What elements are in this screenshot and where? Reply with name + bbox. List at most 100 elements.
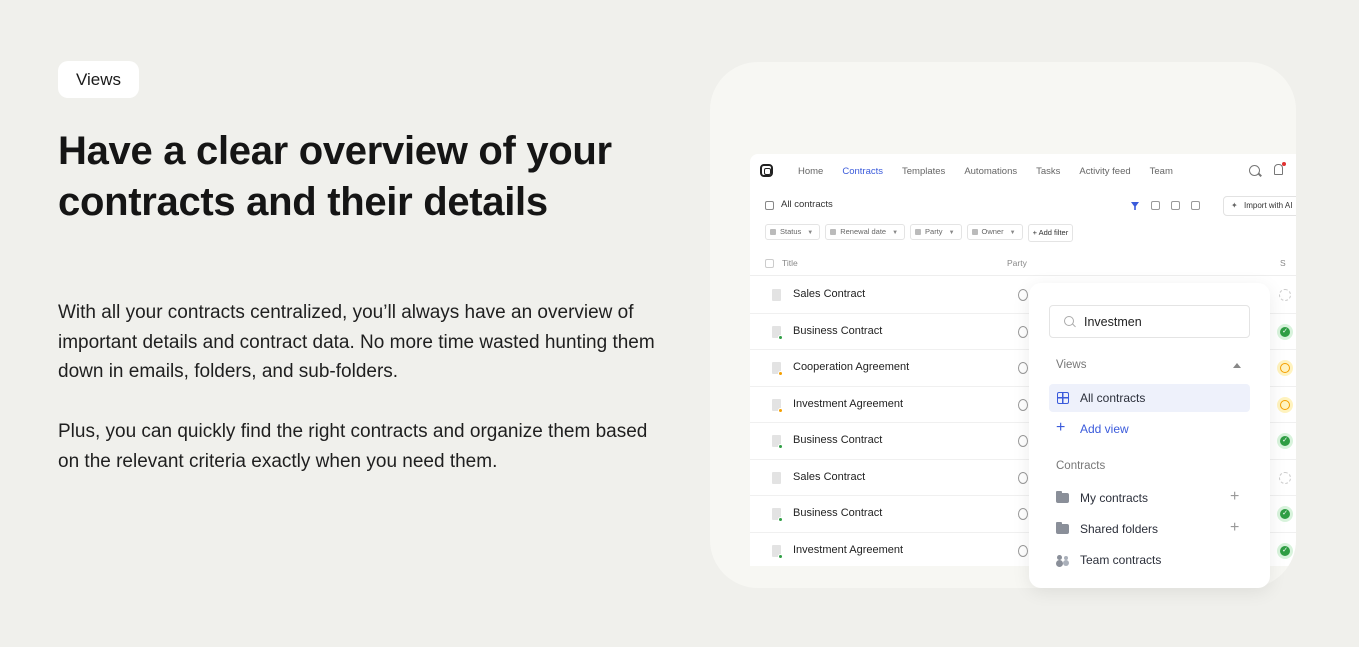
filter-label: Party <box>925 227 943 236</box>
chevron-down-icon: ▼ <box>948 230 955 236</box>
nav-item-home[interactable]: Home <box>798 166 823 177</box>
filter-label: Renewal date <box>840 227 887 236</box>
folder-icon <box>1056 491 1069 503</box>
notification-bell-icon[interactable] <box>1274 164 1283 175</box>
select-all-checkbox[interactable] <box>765 259 774 268</box>
document-icon <box>772 471 781 484</box>
party-avatar-icon <box>1018 362 1028 374</box>
team-icon <box>1056 555 1070 565</box>
contract-title[interactable]: Business Contract <box>793 434 882 446</box>
search-icon <box>1064 316 1074 326</box>
chevron-down-icon: ▼ <box>892 230 899 236</box>
party-avatar-icon <box>1018 398 1028 411</box>
status-icon <box>1277 360 1293 376</box>
party-avatar-icon <box>1018 435 1028 447</box>
contracts-heading: Contracts <box>1056 460 1106 472</box>
import-with-ai-button[interactable]: Import with AI <box>1223 196 1296 216</box>
filter-bar: Status ▼ Renewal date ▼ Party ▼ Owner ▼ + Ad… <box>765 224 1074 242</box>
contract-title[interactable]: Business Contract <box>793 325 882 337</box>
nav-item-contracts[interactable]: Contracts <box>842 166 883 177</box>
status-icon <box>1279 289 1291 301</box>
status-icon <box>1277 396 1293 413</box>
add-view-label: Add view <box>1080 422 1129 436</box>
view-toolbar: All contracts Import with AI <box>750 194 1296 218</box>
collapse-caret-icon[interactable] <box>1233 363 1241 368</box>
contract-title[interactable]: Cooperation Agreement <box>793 361 909 373</box>
my-contracts-label: My contracts <box>1080 491 1149 505</box>
status-icon <box>1277 542 1293 559</box>
nav-item-templates[interactable]: Templates <box>902 166 945 177</box>
shared-folders-label: Shared folders <box>1080 522 1159 536</box>
table-grid-icon <box>1057 392 1069 404</box>
contract-title[interactable]: Sales Contract <box>793 471 865 483</box>
search-input[interactable]: Investmen <box>1049 305 1250 338</box>
contract-title[interactable]: Sales Contract <box>793 288 865 300</box>
party-avatar-icon <box>1018 289 1028 301</box>
views-heading: Views <box>1056 359 1087 371</box>
plus-icon: + <box>1056 419 1066 436</box>
document-status-dot <box>778 553 783 559</box>
search-icon[interactable] <box>1249 165 1260 176</box>
nav-item-automations[interactable]: Automations <box>964 166 1017 177</box>
status-icon <box>1277 433 1293 449</box>
team-contracts-label: Team contracts <box>1080 553 1162 567</box>
filter-owner[interactable]: Owner ▼ <box>966 224 1023 240</box>
filter-renewal-date[interactable]: Renewal date ▼ <box>825 224 906 240</box>
filter-status[interactable]: Status ▼ <box>765 224 821 240</box>
nav-item-team[interactable]: Team <box>1150 166 1173 177</box>
document-status-dot <box>778 371 783 376</box>
party-avatar-icon <box>1018 508 1028 520</box>
all-contracts-label: All contracts <box>1080 391 1146 405</box>
filter-icon[interactable] <box>1131 202 1139 210</box>
team-contracts-item[interactable]: Team contracts <box>1049 546 1250 574</box>
add-filter-label: Add filter <box>1038 228 1069 237</box>
party-avatar-icon <box>1018 544 1028 557</box>
document-status-dot <box>778 334 783 340</box>
app-logo-icon[interactable] <box>760 164 773 177</box>
status-icon <box>1277 506 1293 522</box>
status-icon <box>1277 323 1293 340</box>
notification-dot <box>1282 162 1286 166</box>
shared-folders-item[interactable]: Shared folders + <box>1049 515 1250 543</box>
search-popup: Investmen Views All contracts + Add view… <box>1029 283 1270 588</box>
table-header: Title Party S <box>750 252 1296 276</box>
chevron-down-icon: ▼ <box>1009 230 1016 236</box>
description-paragraph-1: With all your contracts centralized, you… <box>58 302 655 382</box>
party-avatar-icon <box>1018 325 1028 338</box>
view-icon <box>765 201 774 210</box>
sort-icon[interactable] <box>1151 201 1160 210</box>
column-title[interactable]: Title <box>782 258 798 268</box>
section-badge: Views <box>58 61 140 98</box>
nav-item-activity-feed[interactable]: Activity feed <box>1079 166 1130 177</box>
search-value: Investmen <box>1084 315 1142 329</box>
add-icon[interactable]: + <box>1230 520 1239 536</box>
description-paragraph-2: Plus, you can quickly find the right con… <box>58 421 648 472</box>
status-icon <box>1279 471 1291 484</box>
document-icon <box>772 289 781 301</box>
document-status-dot <box>778 407 783 413</box>
chevron-down-icon: ▼ <box>807 230 814 236</box>
layout-icon[interactable] <box>1191 201 1200 210</box>
contract-title[interactable]: Investment Agreement <box>793 398 903 410</box>
contract-title[interactable]: Investment Agreement <box>793 544 903 556</box>
column-party[interactable]: Party <box>1007 258 1027 268</box>
contract-title[interactable]: Business Contract <box>793 507 882 519</box>
column-status[interactable]: S <box>1280 258 1286 268</box>
filter-label: Status <box>780 227 802 236</box>
all-contracts-item[interactable]: All contracts <box>1049 384 1250 412</box>
add-view-item[interactable]: + Add view <box>1049 415 1250 443</box>
page-title: Have a clear overview of your contracts … <box>58 129 612 224</box>
my-contracts-item[interactable]: My contracts + <box>1049 484 1250 512</box>
filter-label: Owner <box>981 227 1004 236</box>
party-avatar-icon <box>1018 471 1028 484</box>
document-status-dot <box>778 444 783 449</box>
add-filter-button[interactable]: + Add filter <box>1027 224 1074 242</box>
document-status-dot <box>778 517 783 522</box>
add-icon[interactable]: + <box>1230 489 1239 505</box>
view-title[interactable]: All contracts <box>781 199 833 210</box>
columns-icon[interactable] <box>1171 201 1180 210</box>
filter-party[interactable]: Party ▼ <box>910 224 962 240</box>
top-navigation: Home Contracts Templates Automations Tas… <box>750 154 1296 188</box>
nav-menu: Home Contracts Templates Automations Tas… <box>798 154 1192 188</box>
nav-item-tasks[interactable]: Tasks <box>1036 166 1060 177</box>
